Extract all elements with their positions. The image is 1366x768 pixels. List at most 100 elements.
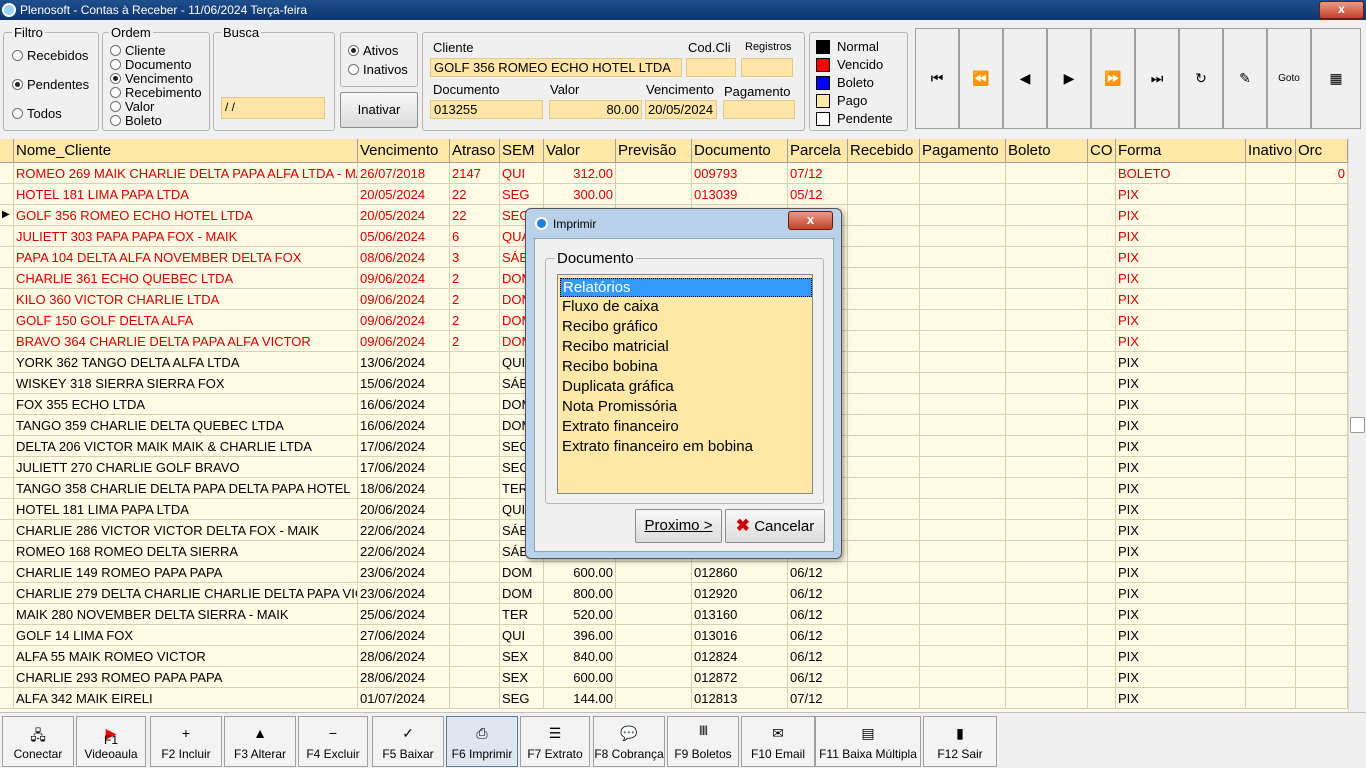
- table-row[interactable]: CHARLIE 149 ROMEO PAPA PAPA 23/06/2024 DOM…: [0, 562, 1348, 583]
- header-co[interactable]: CO: [1088, 139, 1116, 163]
- ordem-radio-documento[interactable]: Documento: [110, 57, 191, 72]
- rewind-button[interactable]: ⏪: [959, 28, 1003, 129]
- ordem-radio-circle[interactable]: [110, 73, 121, 84]
- header-inativo[interactable]: Inativo: [1246, 139, 1296, 163]
- header-boleto[interactable]: Boleto: [1006, 139, 1088, 163]
- filtro-radio-pendentes[interactable]: Pendentes: [12, 77, 89, 92]
- f3-alterar-button[interactable]: ▲ F3 Alterar: [224, 716, 296, 767]
- f11-baixa-m-ltipla-button[interactable]: ▤ F11 Baixa Múltipla: [815, 716, 921, 767]
- header-previso[interactable]: Previsão: [616, 139, 692, 163]
- table-row[interactable]: ALFA 342 MAIK EIRELI 01/07/2024 SEG 144.00 0…: [0, 688, 1348, 709]
- valor-field[interactable]: 80.00: [549, 100, 642, 119]
- fast-forward-button[interactable]: ⏩: [1091, 28, 1135, 129]
- document-option[interactable]: Extrato financeiro: [560, 418, 812, 437]
- documento-field[interactable]: 013255: [430, 100, 543, 119]
- prev-button[interactable]: ◀: [1003, 28, 1047, 129]
- table-row[interactable]: CHARLIE 293 ROMEO PAPA PAPA 28/06/2024 SEX…: [0, 667, 1348, 688]
- ordem-radio-cliente[interactable]: Cliente: [110, 43, 165, 58]
- cell-valor: 144.00: [544, 688, 616, 709]
- goto-button[interactable]: Goto: [1267, 28, 1311, 129]
- cell-inativo: [1246, 331, 1296, 352]
- ordem-radio-boleto[interactable]: Boleto: [110, 113, 162, 128]
- table-row[interactable]: CHARLIE 279 DELTA CHARLIE CHARLIE DELTA …: [0, 583, 1348, 604]
- filtro-radio-circle[interactable]: [12, 108, 23, 119]
- cliente-field[interactable]: GOLF 356 ROMEO ECHO HOTEL LTDA: [430, 58, 682, 77]
- table-row[interactable]: ROMEO 269 MAIK CHARLIE DELTA PAPA ALFA L…: [0, 163, 1348, 184]
- filtro-radio-circle[interactable]: [12, 79, 23, 90]
- document-option[interactable]: Recibo gráfico: [560, 318, 812, 337]
- header-orc[interactable]: Orc: [1296, 139, 1348, 163]
- f9-boletos-button[interactable]: ||||| F9 Boletos: [667, 716, 739, 767]
- f1-videoaula-button[interactable]: ▶ F1 Videoaula: [76, 716, 146, 767]
- document-option[interactable]: Recibo bobina: [560, 358, 812, 377]
- table-row[interactable]: ALFA 55 MAIK ROMEO VICTOR 28/06/2024 SEX 84…: [0, 646, 1348, 667]
- f10-email-button[interactable]: ✉ F10 Email: [741, 716, 815, 767]
- header-sem[interactable]: SEM: [500, 139, 544, 163]
- table-row[interactable]: HOTEL 181 LIMA PAPA LTDA 20/05/2024 22 SEG 3…: [0, 184, 1348, 205]
- f12-sair-button[interactable]: ▮ F12 Sair: [923, 716, 997, 767]
- f7-extrato-button[interactable]: ☰ F7 Extrato: [520, 716, 590, 767]
- ordem-radio-valor[interactable]: Valor: [110, 99, 154, 114]
- header-nomecliente[interactable]: Nome_Cliente: [14, 139, 358, 163]
- filtro-radio-recebidos[interactable]: Recebidos: [12, 48, 88, 63]
- ordem-radio-vencimento[interactable]: Vencimento: [110, 71, 193, 86]
- eraser-button[interactable]: ✎: [1223, 28, 1267, 129]
- cancel-button[interactable]: ✖ Cancelar: [725, 509, 825, 543]
- cell-boleto: [1006, 268, 1088, 289]
- document-option[interactable]: Extrato financeiro em bobina: [560, 438, 812, 457]
- calculator-button[interactable]: ▦: [1311, 28, 1361, 129]
- ativos-radio-inativos[interactable]: Inativos: [348, 62, 408, 77]
- cell-atraso: [450, 520, 500, 541]
- next-button[interactable]: Proximo >: [635, 509, 722, 543]
- scroll-thumb[interactable]: [1350, 417, 1365, 433]
- ativos-radio-circle[interactable]: [348, 64, 359, 75]
- vertical-scrollbar[interactable]: [1348, 139, 1366, 712]
- ordem-radio-circle[interactable]: [110, 45, 121, 56]
- table-row[interactable]: MAIK 280 NOVEMBER DELTA SIERRA - MAIK 25/…: [0, 604, 1348, 625]
- refresh-button[interactable]: ↻: [1179, 28, 1223, 129]
- first-button[interactable]: ⏮: [915, 28, 959, 129]
- codcli-field[interactable]: [686, 58, 736, 77]
- next-button[interactable]: ▶: [1047, 28, 1091, 129]
- document-option[interactable]: Nota Promissória: [560, 398, 812, 417]
- f4-excluir-button[interactable]: − F4 Excluir: [298, 716, 368, 767]
- ordem-radio-circle[interactable]: [110, 87, 121, 98]
- ordem-radio-circle[interactable]: [110, 101, 121, 112]
- inativar-button[interactable]: Inativar: [340, 92, 418, 128]
- header-vencimento[interactable]: Vencimento: [358, 139, 450, 163]
- document-option[interactable]: Recibo matricial: [560, 338, 812, 357]
- ordem-radio-circle[interactable]: [110, 115, 121, 126]
- document-list[interactable]: Relatórios Fluxo de caixa Recibo gráfico Re…: [557, 274, 813, 494]
- cell-atraso: [450, 415, 500, 436]
- window-close-button[interactable]: x: [1319, 1, 1364, 19]
- filtro-radio-circle[interactable]: [12, 50, 23, 61]
- header-documento[interactable]: Documento: [692, 139, 788, 163]
- ordem-radio-recebimento[interactable]: Recebimento: [110, 85, 202, 100]
- last-button[interactable]: ⏭: [1135, 28, 1179, 129]
- header-pagamento[interactable]: Pagamento: [920, 139, 1006, 163]
- header-valor[interactable]: Valor: [544, 139, 616, 163]
- busca-input[interactable]: / /: [221, 97, 325, 119]
- cell-atraso: [450, 562, 500, 583]
- f2-incluir-button[interactable]: + F2 Incluir: [150, 716, 222, 767]
- ordem-radio-circle[interactable]: [110, 59, 121, 70]
- document-option[interactable]: Fluxo de caixa: [560, 298, 812, 317]
- pagamento-field[interactable]: [723, 100, 795, 119]
- f5-baixar-button[interactable]: ✓ F5 Baixar: [372, 716, 444, 767]
- vencimento-field[interactable]: 20/05/2024: [645, 100, 717, 119]
- ativos-radio-circle[interactable]: [348, 45, 359, 56]
- cell-co: [1088, 562, 1116, 583]
- table-row[interactable]: GOLF 14 LIMA FOX 27/06/2024 QUI 396.00 01301…: [0, 625, 1348, 646]
- header-recebido[interactable]: Recebido: [848, 139, 920, 163]
- header-atraso[interactable]: Atraso: [450, 139, 500, 163]
- conectar-button[interactable]: 🖧 Conectar: [2, 716, 74, 767]
- document-option[interactable]: Relatórios: [560, 278, 812, 297]
- filtro-radio-todos[interactable]: Todos: [12, 106, 62, 121]
- document-option[interactable]: Duplicata gráfica: [560, 378, 812, 397]
- f8-cobran-a-button[interactable]: 💬 F8 Cobrança: [593, 716, 665, 767]
- header-parcela[interactable]: Parcela: [788, 139, 848, 163]
- dialog-close-button[interactable]: x: [788, 211, 833, 230]
- ativos-radio-ativos[interactable]: Ativos: [348, 43, 398, 58]
- header-forma[interactable]: Forma: [1116, 139, 1246, 163]
- f6-imprimir-button[interactable]: ⎙ F6 Imprimir: [446, 716, 518, 767]
